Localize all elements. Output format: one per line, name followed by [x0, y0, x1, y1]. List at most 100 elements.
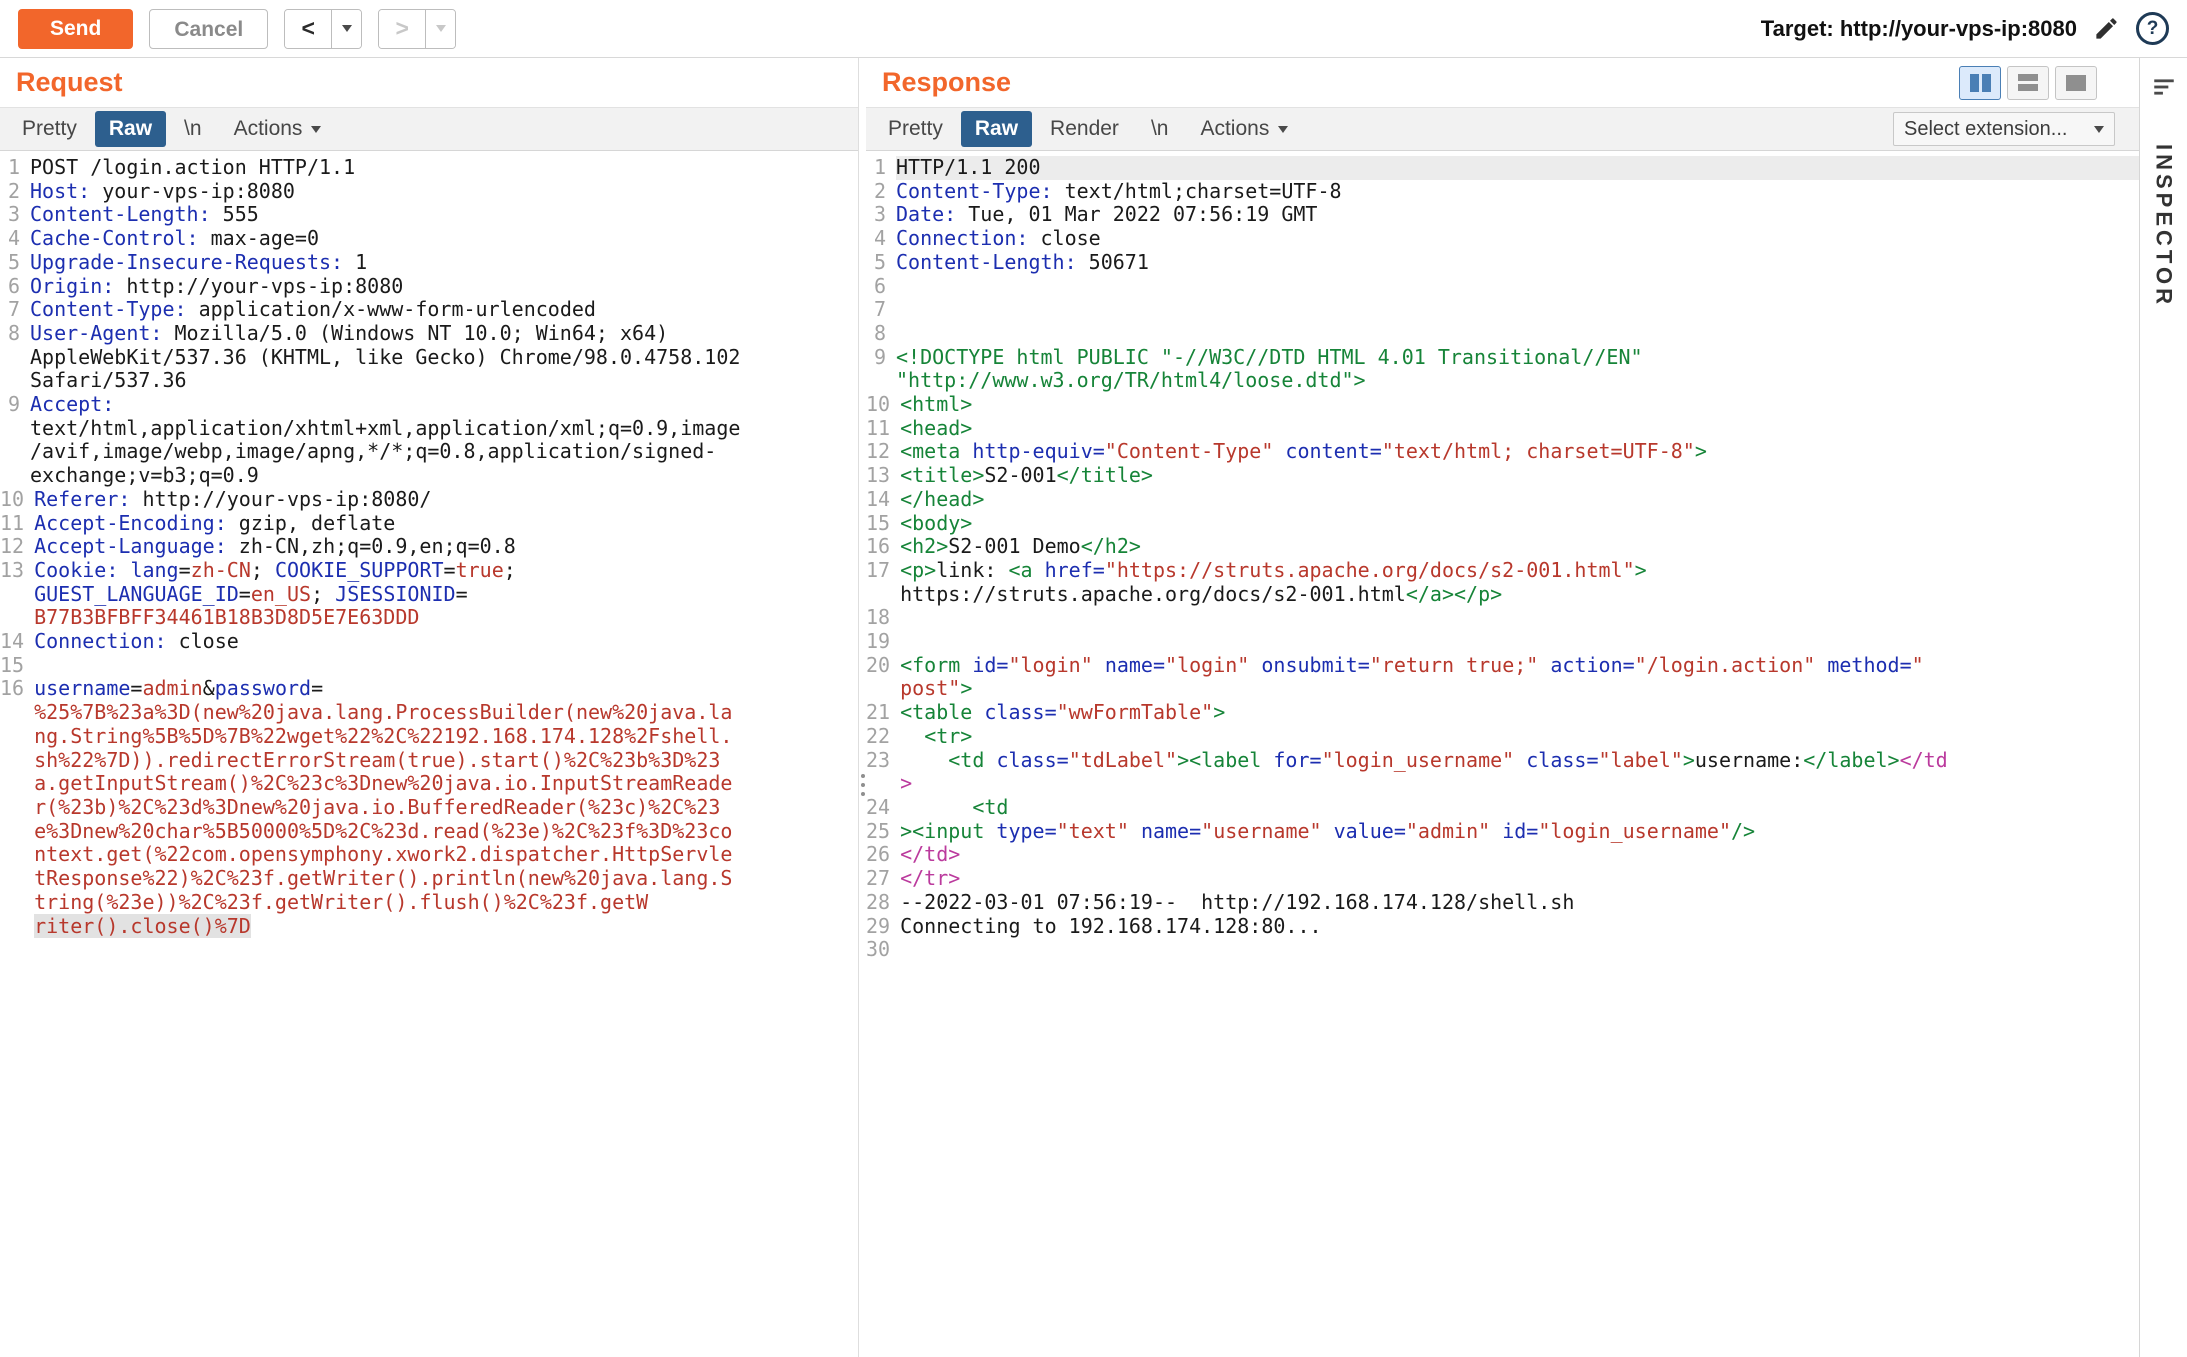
code-line: 23 <td class="tdLabel"><label for="login…	[866, 749, 2139, 796]
line-number: 12	[0, 535, 34, 559]
code-line: 30	[866, 938, 2139, 962]
code-line: 11Accept-Encoding: gzip, deflate	[0, 512, 858, 536]
line-number: 11	[0, 512, 34, 536]
code-line: 13<title>S2-001</title>	[866, 464, 2139, 488]
line-number: 22	[866, 725, 900, 749]
line-number: 21	[866, 701, 900, 725]
code-line: 14</head>	[866, 488, 2139, 512]
response-tab-raw[interactable]: Raw	[961, 111, 1032, 147]
response-header: Response	[866, 58, 2139, 107]
code-line: 5Content-Length: 50671	[866, 251, 2139, 275]
request-editor[interactable]: 1POST /login.action HTTP/1.12Host: your-…	[0, 151, 858, 1357]
help-icon[interactable]: ?	[2136, 12, 2169, 45]
response-tab-newline[interactable]: \n	[1137, 111, 1183, 147]
chevron-down-icon	[311, 126, 321, 133]
code-line: 4Cache-Control: max-age=0	[0, 227, 858, 251]
response-editor[interactable]: 1HTTP/1.1 2002Content-Type: text/html;ch…	[866, 151, 2139, 1357]
line-number: 9	[866, 346, 896, 393]
code-line: 3Content-Length: 555	[0, 203, 858, 227]
line-number: 6	[866, 275, 896, 299]
edit-target-icon[interactable]	[2093, 15, 2120, 42]
line-number: 5	[0, 251, 30, 275]
inspector-label: INSPECTOR	[2151, 144, 2177, 308]
code-line: 22 <tr>	[866, 725, 2139, 749]
history-back-group: <	[284, 9, 362, 49]
line-number: 18	[866, 606, 900, 630]
code-line: 9Accept: text/html,application/xhtml+xml…	[0, 393, 858, 488]
code-line: 14Connection: close	[0, 630, 858, 654]
target-label: Target:	[1761, 16, 1834, 41]
layout-single-button[interactable]	[2055, 66, 2097, 100]
rows-icon	[2018, 74, 2038, 91]
chevron-down-icon	[1278, 126, 1288, 133]
layout-rows-button[interactable]	[2007, 66, 2049, 100]
send-button[interactable]: Send	[18, 9, 133, 49]
actions-label: Actions	[234, 117, 303, 141]
line-number: 7	[0, 298, 30, 322]
line-number: 3	[0, 203, 30, 227]
line-number: 11	[866, 417, 900, 441]
line-number: 10	[0, 488, 34, 512]
request-panel: Request Pretty Raw \n Actions 1POST /log…	[0, 58, 858, 1357]
code-line: 8	[866, 322, 2139, 346]
line-number: 14	[866, 488, 900, 512]
response-tab-render[interactable]: Render	[1036, 111, 1133, 147]
inspector-rail: INSPECTOR	[2139, 58, 2187, 1357]
inspector-toggle-icon[interactable]	[2151, 74, 2177, 100]
code-line: 15	[0, 654, 858, 678]
layout-toggle-group	[1959, 66, 2097, 100]
response-tabstrip: Pretty Raw Render \n Actions Select exte…	[866, 107, 2139, 151]
line-number: 4	[0, 227, 30, 251]
code-line: 2Content-Type: text/html;charset=UTF-8	[866, 180, 2139, 204]
columns-icon	[1970, 74, 1979, 92]
request-actions-menu[interactable]: Actions	[220, 111, 336, 147]
forward-button[interactable]: >	[379, 10, 425, 48]
line-number: 1	[0, 156, 30, 180]
code-line: 27</tr>	[866, 867, 2139, 891]
line-number: 8	[0, 322, 30, 393]
code-line: 5Upgrade-Insecure-Requests: 1	[0, 251, 858, 275]
code-line: 11<head>	[866, 417, 2139, 441]
response-tab-pretty[interactable]: Pretty	[874, 111, 957, 147]
code-line: 24 <td	[866, 796, 2139, 820]
line-number: 26	[866, 843, 900, 867]
response-panel: Response Pretty Raw Render \n Actions	[866, 58, 2139, 1357]
request-tab-pretty[interactable]: Pretty	[8, 111, 91, 147]
code-line: 6Origin: http://your-vps-ip:8080	[0, 275, 858, 299]
line-number: 14	[0, 630, 34, 654]
line-number: 2	[0, 180, 30, 204]
line-number: 30	[866, 938, 900, 962]
line-number: 5	[866, 251, 896, 275]
line-number: 19	[866, 630, 900, 654]
extension-select-value: Select extension...	[1904, 118, 2067, 141]
panel-splitter[interactable]	[858, 58, 866, 1357]
code-line: 6	[866, 275, 2139, 299]
actions-label: Actions	[1200, 117, 1269, 141]
code-line: 20<form id="login" name="login" onsubmit…	[866, 654, 2139, 701]
line-number: 27	[866, 867, 900, 891]
request-tab-raw[interactable]: Raw	[95, 111, 166, 147]
back-button[interactable]: <	[285, 10, 331, 48]
response-actions-menu[interactable]: Actions	[1186, 111, 1302, 147]
code-line: 25><input type="text" name="username" va…	[866, 820, 2139, 844]
request-tabstrip: Pretty Raw \n Actions	[0, 107, 858, 151]
request-tab-newline[interactable]: \n	[170, 111, 216, 147]
history-forward-group: >	[378, 9, 456, 49]
code-line: 17<p>link: <a href="https://struts.apach…	[866, 559, 2139, 606]
request-title: Request	[16, 67, 123, 98]
back-dropdown-button[interactable]	[331, 10, 361, 48]
cancel-button[interactable]: Cancel	[149, 9, 268, 49]
response-title: Response	[882, 67, 1011, 98]
line-number: 6	[0, 275, 30, 299]
request-header: Request	[0, 58, 858, 107]
target-display: Target: http://your-vps-ip:8080	[1761, 16, 2077, 42]
line-number: 15	[866, 512, 900, 536]
line-number: 9	[0, 393, 30, 488]
line-number: 13	[0, 559, 34, 630]
code-line: 7	[866, 298, 2139, 322]
extension-select[interactable]: Select extension...	[1893, 112, 2115, 146]
line-number: 16	[866, 535, 900, 559]
single-pane-icon	[2066, 75, 2086, 91]
forward-dropdown-button[interactable]	[425, 10, 455, 48]
layout-columns-button[interactable]	[1959, 66, 2001, 100]
